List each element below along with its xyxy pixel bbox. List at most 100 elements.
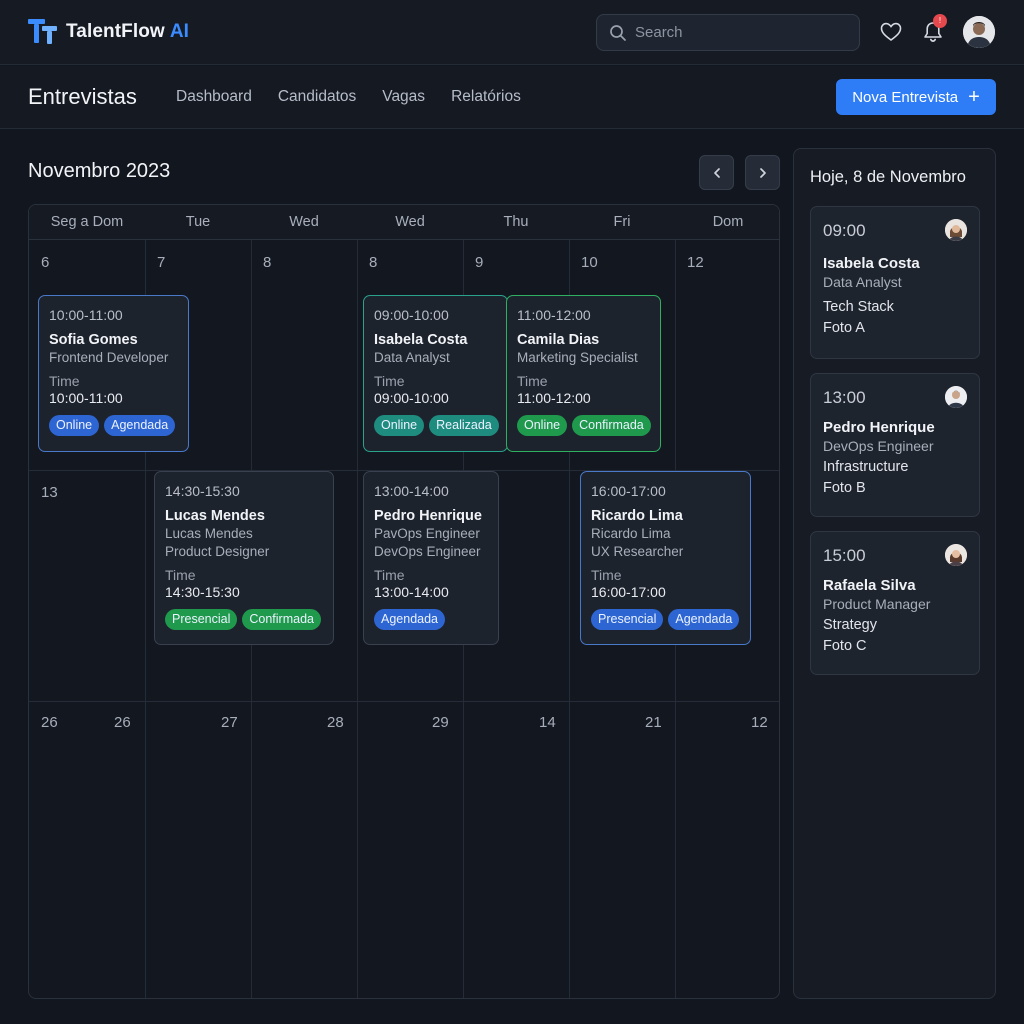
today-interview-card[interactable]: 13:00 Pedro Henrique DevOps Engineer Inf… bbox=[810, 373, 980, 517]
event-card[interactable]: 09:00-10:00 Isabela Costa Data Analyst T… bbox=[363, 295, 508, 452]
notification-badge: ! bbox=[933, 14, 947, 28]
next-month-button[interactable] bbox=[745, 155, 780, 190]
today-title: Hoje, 8 de Novembro bbox=[810, 168, 966, 186]
candidate-role: DevOps Engineer bbox=[374, 544, 481, 559]
candidate-photo-label: Foto B bbox=[823, 480, 866, 496]
nav-relatorios[interactable]: Relatórios bbox=[451, 88, 521, 106]
event-time-value: 14:30-15:30 bbox=[165, 584, 240, 600]
candidate-name: Ricardo Lima bbox=[591, 508, 683, 524]
event-time-label: Time bbox=[517, 373, 548, 389]
event-card[interactable]: 13:00-14:00 Pedro Henrique PavOps Engine… bbox=[363, 471, 499, 645]
day-number[interactable]: 9 bbox=[475, 254, 483, 271]
event-time-label: Time bbox=[165, 567, 196, 583]
day-number[interactable]: 12 bbox=[751, 714, 768, 731]
nav-vagas[interactable]: Vagas bbox=[382, 88, 425, 106]
day-header: Dom bbox=[712, 214, 744, 230]
event-time-value: 13:00-14:00 bbox=[374, 584, 449, 600]
event-card[interactable]: 11:00-12:00 Camila Dias Marketing Specia… bbox=[506, 295, 661, 452]
candidate-name: Sofia Gomes bbox=[49, 332, 138, 348]
day-number[interactable]: 7 bbox=[157, 254, 165, 271]
favorites-button[interactable] bbox=[879, 20, 903, 44]
day-number[interactable]: 6 bbox=[41, 254, 49, 271]
day-number[interactable]: 28 bbox=[327, 714, 344, 731]
today-interview-card[interactable]: 09:00 Isabela Costa Data Analyst Tech St… bbox=[810, 206, 980, 359]
status-badge: Online bbox=[517, 415, 568, 436]
candidate-role: DevOps Engineer bbox=[823, 438, 934, 454]
user-photo-icon bbox=[963, 16, 995, 48]
new-interview-button[interactable]: Nova Entrevista + bbox=[836, 79, 996, 115]
day-header: Fri bbox=[613, 214, 631, 230]
event-time-label: Time bbox=[374, 373, 405, 389]
today-interview-card[interactable]: 15:00 Rafaela Silva Product Manager Stra… bbox=[810, 531, 980, 675]
male-avatar-icon bbox=[945, 386, 967, 408]
notifications-button[interactable]: ! bbox=[921, 14, 947, 44]
logo-icon bbox=[28, 19, 57, 44]
candidate-role: UX Researcher bbox=[591, 544, 684, 559]
event-time: 10:00-11:00 bbox=[49, 307, 123, 323]
event-card[interactable]: 16:00-17:00 Ricardo Lima Ricardo Lima UX… bbox=[580, 471, 751, 645]
search-input[interactable] bbox=[635, 24, 835, 41]
event-time: 14:30-15:30 bbox=[165, 483, 240, 499]
candidate-role: Frontend Developer bbox=[49, 350, 169, 365]
day-number[interactable]: 12 bbox=[687, 254, 704, 271]
day-number[interactable]: 26 bbox=[114, 714, 131, 731]
page-title: Entrevistas bbox=[28, 84, 137, 109]
day-number[interactable]: 13 bbox=[41, 484, 58, 501]
event-time: 11:00-12:00 bbox=[517, 307, 591, 323]
candidate-avatar bbox=[945, 544, 967, 566]
user-avatar[interactable] bbox=[963, 16, 995, 48]
status-badge: Presencial bbox=[591, 609, 664, 630]
day-number[interactable]: 8 bbox=[369, 254, 377, 271]
app-name: TalentFlow AI bbox=[66, 21, 190, 42]
candidate-name: Lucas Mendes bbox=[165, 508, 265, 524]
event-card[interactable]: 10:00-11:00 Sofia Gomes Frontend Develop… bbox=[38, 295, 189, 452]
heart-icon bbox=[880, 22, 902, 41]
nav-links: Dashboard Candidatos Vagas Relatórios bbox=[176, 88, 521, 106]
interview-topic: Tech Stack bbox=[823, 299, 894, 315]
candidate-photo-label: Foto C bbox=[823, 638, 867, 654]
status-badge: Realizada bbox=[429, 415, 499, 436]
interview-topic: Strategy bbox=[823, 617, 877, 633]
search-icon bbox=[610, 24, 626, 41]
plus-icon: + bbox=[968, 86, 980, 108]
chevron-right-icon bbox=[759, 167, 766, 178]
event-time-label: Time bbox=[374, 567, 405, 583]
day-number[interactable]: 29 bbox=[432, 714, 449, 731]
day-number[interactable]: 10 bbox=[581, 254, 598, 271]
app-logo[interactable]: TalentFlow AI bbox=[28, 18, 189, 46]
prev-month-button[interactable] bbox=[699, 155, 734, 190]
candidate-role: Product Manager bbox=[823, 596, 931, 612]
event-time-label: Time bbox=[591, 567, 622, 583]
candidate-role: Product Designer bbox=[165, 544, 270, 559]
event-time-label: Time bbox=[49, 373, 80, 389]
event-card[interactable]: 14:30-15:30 Lucas Mendes Lucas Mendes Pr… bbox=[154, 471, 334, 645]
candidate-name: Camila Dias bbox=[517, 332, 600, 348]
status-badge: Confirmada bbox=[242, 609, 321, 630]
calendar-day-headers: Seg a Dom Tue Wed Wed Thu Fri Dom bbox=[29, 205, 779, 240]
candidate-name: Pedro Henrique bbox=[374, 508, 482, 524]
day-header: Wed bbox=[289, 214, 319, 230]
day-number[interactable]: 27 bbox=[221, 714, 238, 731]
nav-candidatos[interactable]: Candidatos bbox=[278, 88, 356, 106]
day-header: Tue bbox=[185, 214, 211, 230]
calendar-grid: Seg a Dom Tue Wed Wed Thu Fri Dom 6 7 8 … bbox=[28, 204, 780, 999]
search-bar[interactable] bbox=[596, 14, 860, 51]
day-number[interactable]: 26 bbox=[41, 714, 58, 731]
nav-dashboard[interactable]: Dashboard bbox=[176, 88, 252, 106]
sub-navigation: Entrevistas Dashboard Candidatos Vagas R… bbox=[0, 66, 1024, 129]
today-panel: Hoje, 8 de Novembro 09:00 Isabela Costa … bbox=[793, 148, 996, 999]
chevron-left-icon bbox=[713, 167, 720, 178]
grid-line bbox=[357, 240, 358, 998]
candidate-role: Lucas Mendes bbox=[165, 526, 253, 541]
day-number[interactable]: 8 bbox=[263, 254, 271, 271]
status-badge: Online bbox=[49, 415, 100, 436]
day-header: Wed bbox=[395, 214, 425, 230]
day-number[interactable]: 14 bbox=[539, 714, 556, 731]
top-bar: TalentFlowAI ! bbox=[0, 0, 1024, 65]
candidate-role: Data Analyst bbox=[374, 350, 450, 365]
candidate-name: Isabela Costa bbox=[374, 332, 468, 348]
day-header: Thu bbox=[503, 214, 529, 230]
new-interview-label: Nova Entrevista bbox=[852, 88, 959, 106]
day-number[interactable]: 21 bbox=[645, 714, 662, 731]
event-time-value: 16:00-17:00 bbox=[591, 584, 666, 600]
